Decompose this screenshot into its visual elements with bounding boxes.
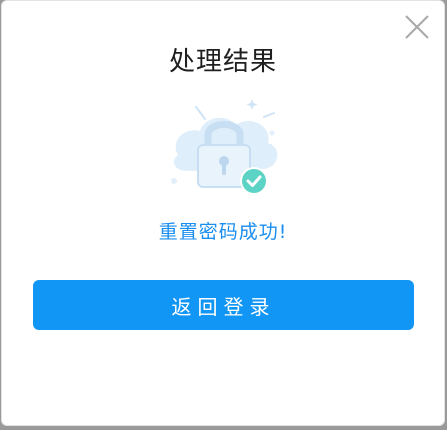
result-dialog: 处理结果 重置密码成功! 返回登录 [1,0,445,426]
close-button[interactable] [404,14,430,40]
close-icon [405,15,429,39]
lock-success-icon [171,99,278,195]
lock-success-illustration [160,97,290,201]
status-message: 重置密码成功! [158,221,288,243]
dialog-title: 处理结果 [168,47,277,77]
back-to-login-button[interactable]: 返回登录 [33,280,414,330]
